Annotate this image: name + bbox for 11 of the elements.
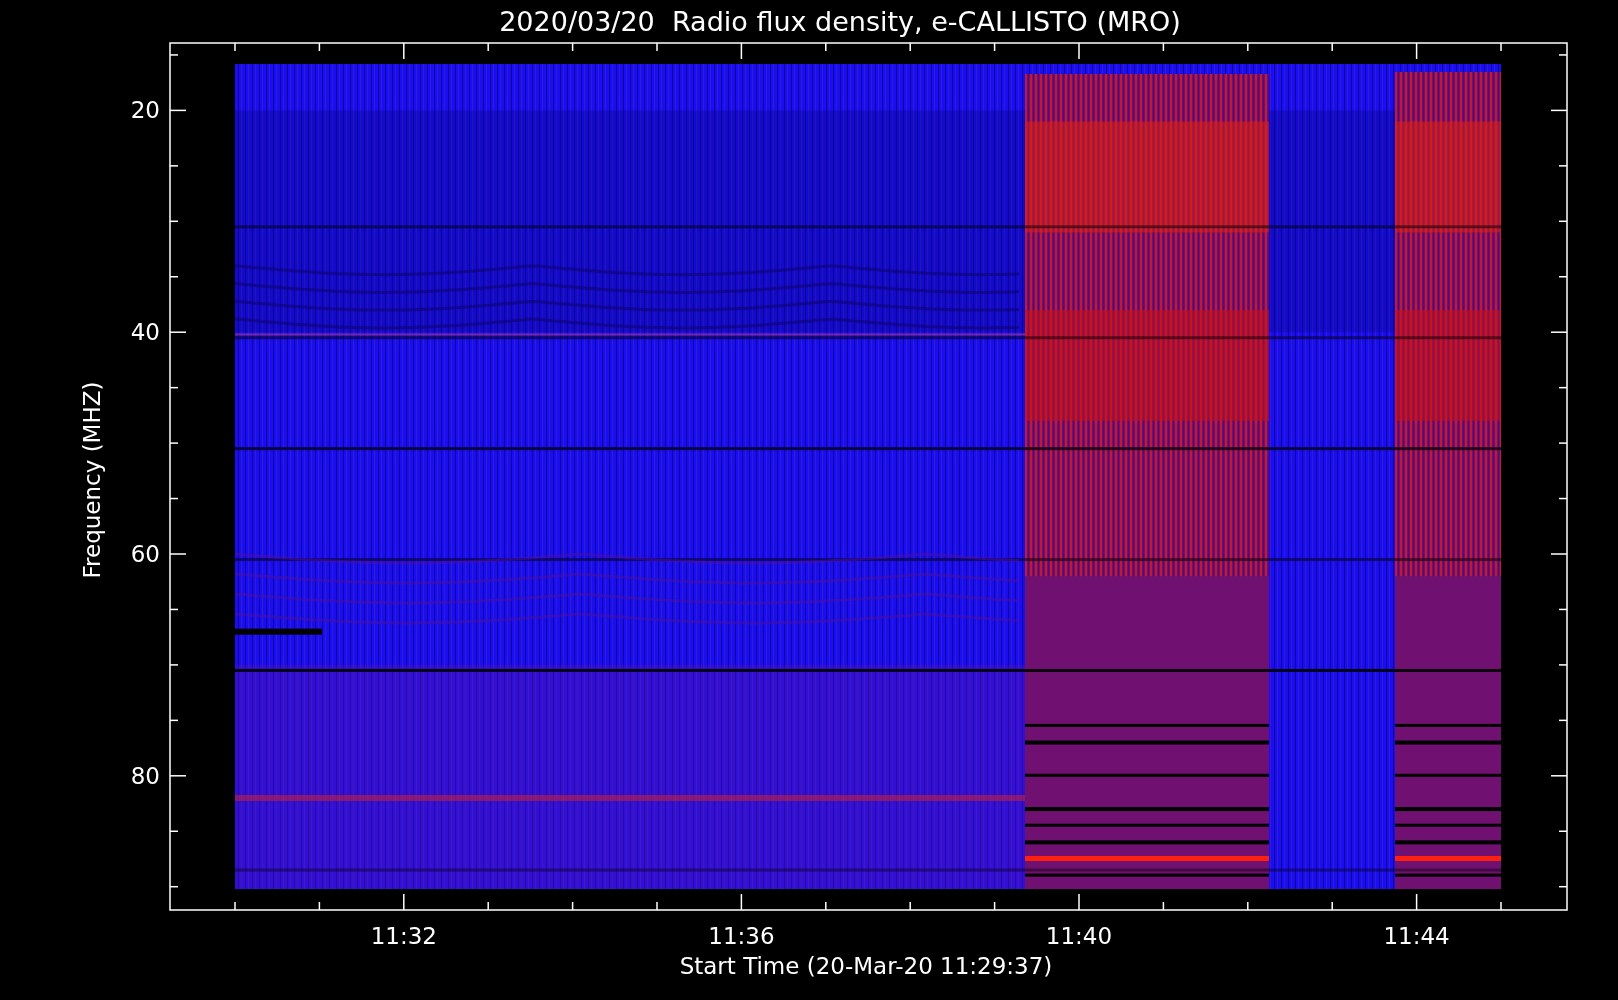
tick-label: 20 bbox=[130, 97, 160, 124]
axis-label: Start Time (20-Mar-20 11:29:37) bbox=[679, 953, 1053, 979]
tick-label: 11:44 bbox=[1383, 923, 1450, 949]
tick-label: 11:36 bbox=[708, 923, 775, 949]
tick-label: 40 bbox=[130, 319, 160, 346]
tick-label: 60 bbox=[130, 541, 160, 567]
axis-label: Frequency (MHZ) bbox=[79, 381, 105, 579]
tick-label: 11:40 bbox=[1045, 923, 1113, 949]
tick-label: 80 bbox=[130, 762, 160, 789]
plot-title: 2020/03/20 Radio flux density, e-CALLISTO (MRO) bbox=[499, 6, 1181, 37]
tick-label: 11:32 bbox=[370, 923, 437, 949]
